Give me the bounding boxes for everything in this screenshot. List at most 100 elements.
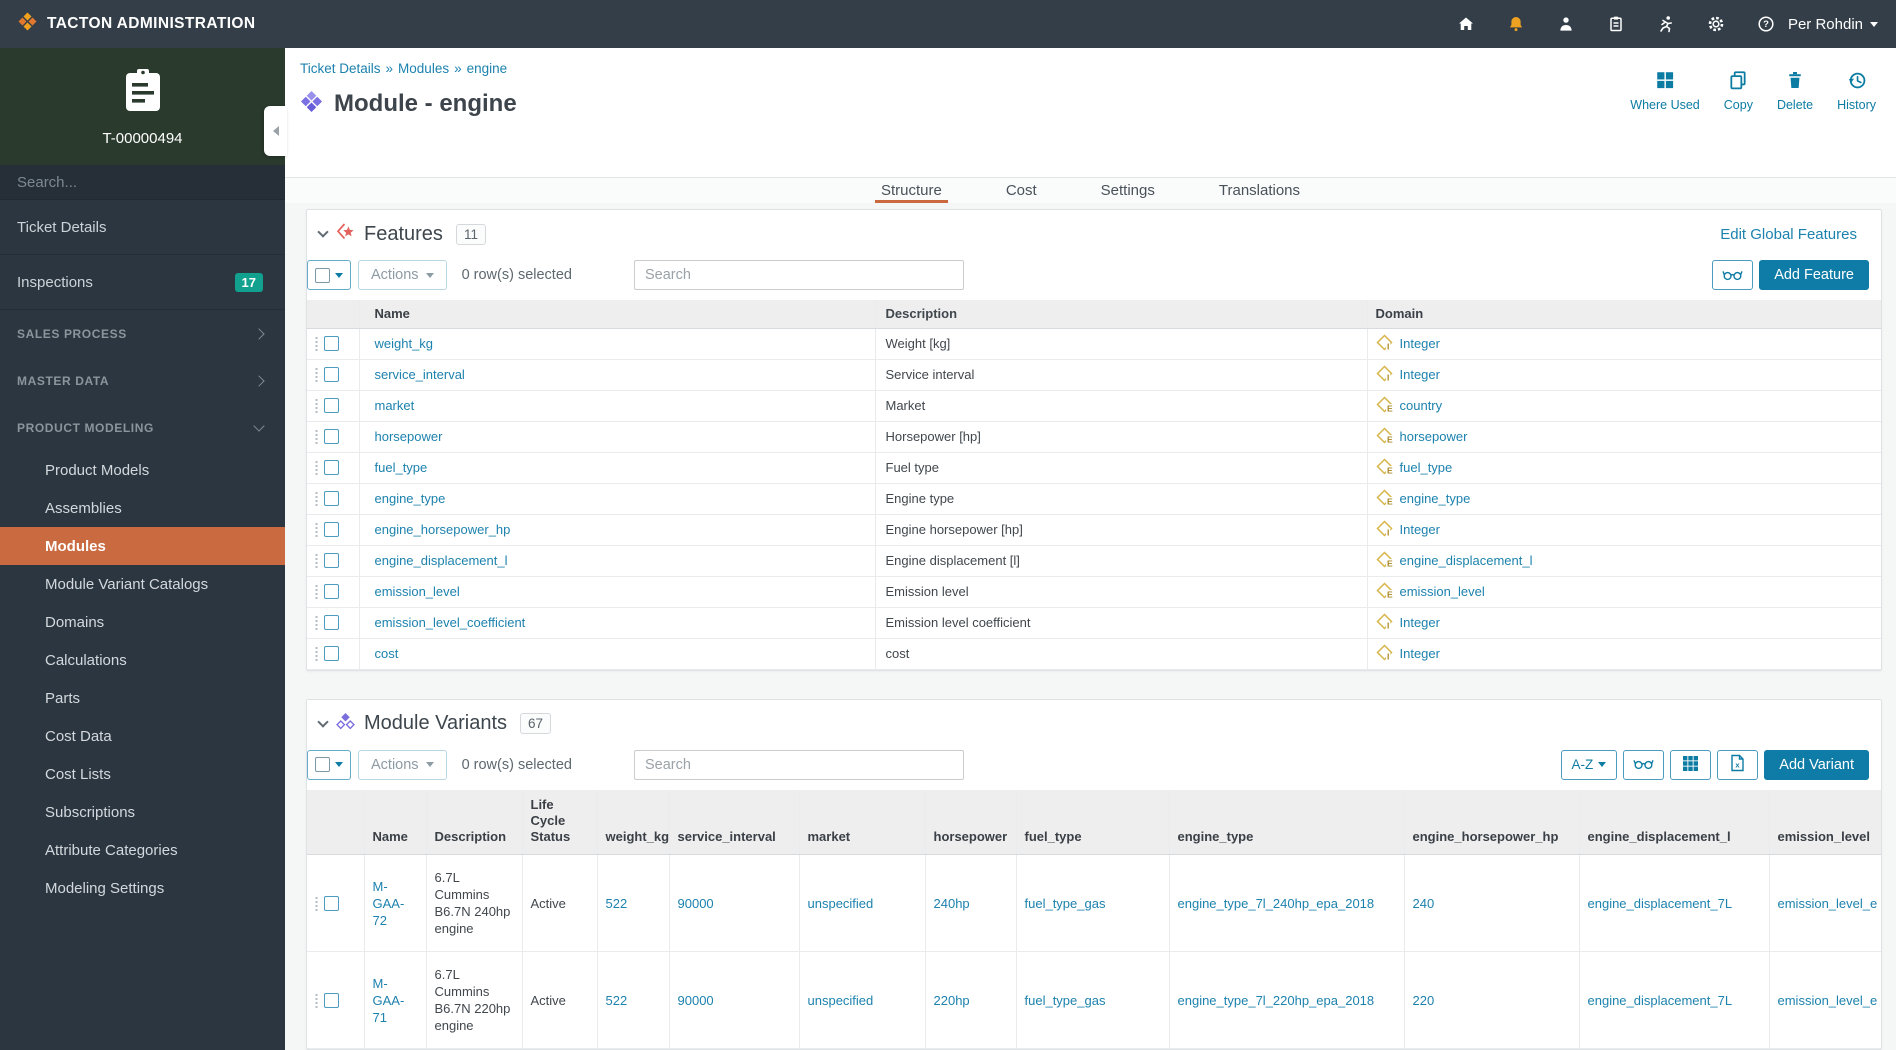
variant-service-interval-link[interactable]: 90000 <box>678 993 714 1008</box>
breadcrumb-modules[interactable]: Modules <box>398 61 449 76</box>
drag-handle-icon[interactable] <box>315 429 318 444</box>
domain-link[interactable]: Integer <box>1400 646 1440 661</box>
variant-emission-level-link[interactable]: emission_level_e <box>1778 993 1878 1008</box>
row-checkbox[interactable] <box>324 491 339 506</box>
feature-name-link[interactable]: fuel_type <box>375 460 428 475</box>
features-collapse-chevron-icon[interactable] <box>317 226 329 238</box>
sidebar-item-product-models[interactable]: Product Models <box>0 451 285 489</box>
feature-name-link[interactable]: engine_displacement_l <box>375 553 508 568</box>
row-checkbox[interactable] <box>324 429 339 444</box>
domain-link[interactable]: fuel_type <box>1400 460 1453 475</box>
add-feature-button[interactable]: Add Feature <box>1759 260 1869 290</box>
drag-handle-icon[interactable] <box>315 584 318 599</box>
feature-name-link[interactable]: emission_level <box>375 584 460 599</box>
variants-view-toggle-button[interactable] <box>1623 749 1665 780</box>
feature-name-link[interactable]: service_interval <box>375 367 465 382</box>
row-checkbox[interactable] <box>324 615 339 630</box>
home-icon[interactable] <box>1456 14 1476 34</box>
drag-handle-icon[interactable] <box>315 553 318 568</box>
help-icon[interactable]: ? <box>1756 14 1776 34</box>
variant-market-link[interactable]: unspecified <box>808 896 874 911</box>
features-column-header[interactable]: Description <box>874 300 1368 329</box>
variant-engine-displacement-l-link[interactable]: engine_displacement_7L <box>1588 993 1733 1008</box>
drag-handle-icon[interactable] <box>315 336 318 351</box>
notifications-bell-icon[interactable] <box>1506 14 1526 34</box>
variant-horsepower-link[interactable]: 220hp <box>934 993 970 1008</box>
user-icon[interactable] <box>1556 14 1576 34</box>
add-variant-button[interactable]: Add Variant <box>1764 749 1869 780</box>
drag-handle-icon[interactable] <box>315 895 318 911</box>
domain-link[interactable]: engine_displacement_l <box>1400 553 1533 568</box>
variant-service-interval-link[interactable]: 90000 <box>678 896 714 911</box>
row-checkbox[interactable] <box>324 553 339 568</box>
tab-cost[interactable]: Cost <box>1006 178 1037 203</box>
tab-translations[interactable]: Translations <box>1219 178 1300 203</box>
features-column-header[interactable]: Name <box>358 300 876 329</box>
history-button[interactable]: History <box>1837 70 1876 112</box>
row-checkbox[interactable] <box>324 336 339 351</box>
features-view-toggle-button[interactable] <box>1712 260 1754 290</box>
drag-handle-icon[interactable] <box>315 460 318 475</box>
sidebar-collapse-button[interactable] <box>264 106 287 156</box>
row-checkbox[interactable] <box>324 646 339 661</box>
sidebar-section-master-data[interactable]: MASTER DATA <box>0 357 285 404</box>
row-checkbox[interactable] <box>324 992 339 1008</box>
domain-link[interactable]: horsepower <box>1400 429 1468 444</box>
variants-search-input[interactable] <box>633 749 964 780</box>
breadcrumb-ticket-details[interactable]: Ticket Details <box>300 61 381 76</box>
variants-column-header[interactable]: emission_level <box>1768 789 1881 855</box>
activity-runner-icon[interactable] <box>1656 14 1676 34</box>
sidebar-item-inspections[interactable]: Inspections 17 <box>0 255 285 310</box>
variants-export-excel-button[interactable]: x <box>1717 749 1759 780</box>
variant-engine-type-link[interactable]: engine_type_7l_240hp_epa_2018 <box>1178 896 1375 911</box>
delete-button[interactable]: Delete <box>1777 70 1813 112</box>
variant-engine-horsepower-hp-link[interactable]: 240 <box>1413 896 1435 911</box>
variants-actions-button[interactable]: Actions <box>358 749 447 780</box>
domain-link[interactable]: emission_level <box>1400 584 1485 599</box>
row-checkbox[interactable] <box>324 895 339 911</box>
sidebar-item-subscriptions[interactable]: Subscriptions <box>0 793 285 831</box>
where-used-button[interactable]: Where Used <box>1630 70 1700 112</box>
sidebar-item-cost-data[interactable]: Cost Data <box>0 717 285 755</box>
variant-weight-kg-link[interactable]: 522 <box>606 993 628 1008</box>
variant-engine-horsepower-hp-link[interactable]: 220 <box>1413 993 1435 1008</box>
drag-handle-icon[interactable] <box>315 522 318 537</box>
variants-column-header[interactable]: weight_kg <box>596 789 670 855</box>
drag-handle-icon[interactable] <box>315 491 318 506</box>
variants-collapse-chevron-icon[interactable] <box>317 715 329 728</box>
breadcrumb-engine[interactable]: engine <box>467 61 508 76</box>
domain-link[interactable]: country <box>1400 398 1443 413</box>
feature-name-link[interactable]: engine_type <box>375 491 446 506</box>
feature-name-link[interactable]: engine_horsepower_hp <box>375 522 511 537</box>
variants-column-header[interactable]: horsepower <box>924 789 1017 855</box>
variant-name-link[interactable]: M-GAA-72 <box>373 879 405 928</box>
drag-handle-icon[interactable] <box>315 367 318 382</box>
drag-handle-icon[interactable] <box>315 398 318 413</box>
variant-name-link[interactable]: M-GAA-71 <box>373 976 405 1025</box>
variant-fuel-type-link[interactable]: fuel_type_gas <box>1025 896 1106 911</box>
sidebar-item-ticket-details[interactable]: Ticket Details <box>0 200 285 255</box>
domain-link[interactable]: Integer <box>1400 522 1440 537</box>
row-checkbox[interactable] <box>324 522 339 537</box>
domain-link[interactable]: Integer <box>1400 336 1440 351</box>
variant-weight-kg-link[interactable]: 522 <box>606 896 628 911</box>
copy-button[interactable]: Copy <box>1724 70 1753 112</box>
sidebar-search-input[interactable] <box>0 173 285 191</box>
variants-column-header[interactable]: market <box>798 789 926 855</box>
user-menu[interactable]: Per Rohdin <box>1788 16 1878 33</box>
domain-link[interactable]: engine_type <box>1400 491 1471 506</box>
variant-fuel-type-link[interactable]: fuel_type_gas <box>1025 993 1106 1008</box>
variants-column-header[interactable]: engine_type <box>1168 789 1405 855</box>
variant-horsepower-link[interactable]: 240hp <box>934 896 970 911</box>
sidebar-item-parts[interactable]: Parts <box>0 679 285 717</box>
drag-handle-icon[interactable] <box>315 646 318 661</box>
feature-name-link[interactable]: market <box>375 398 415 413</box>
row-checkbox[interactable] <box>324 460 339 475</box>
feature-name-link[interactable]: weight_kg <box>375 336 434 351</box>
variants-sort-button[interactable]: A-Z <box>1560 749 1618 780</box>
sidebar-section-sales-process[interactable]: SALES PROCESS <box>0 310 285 357</box>
variant-market-link[interactable]: unspecified <box>808 993 874 1008</box>
feature-name-link[interactable]: emission_level_coefficient <box>375 615 526 630</box>
variants-column-header[interactable]: engine_displacement_l <box>1578 789 1770 855</box>
tickets-clipboard-icon[interactable] <box>1606 14 1626 34</box>
